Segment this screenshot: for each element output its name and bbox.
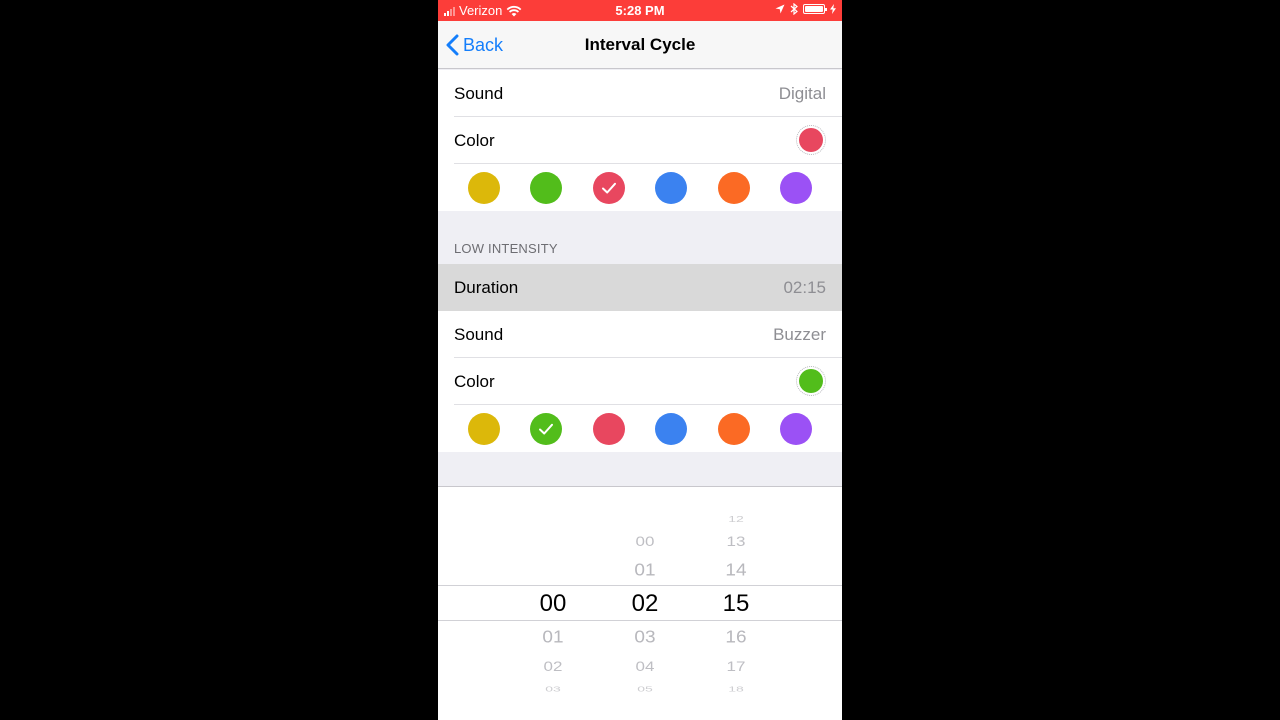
color-swatch[interactable] [780, 172, 812, 204]
picker-value-selected: 00 [539, 590, 567, 617]
sound-label: Sound [454, 84, 504, 103]
picker-column-minutes[interactable]: 02 01 00 03 04 05 [615, 487, 675, 720]
chevron-left-icon [446, 34, 459, 56]
sound-row-high[interactable]: Sound Digital [438, 70, 842, 117]
color-swatch[interactable] [655, 172, 687, 204]
picker-value: 01 [542, 627, 564, 648]
color-swatch[interactable] [530, 172, 562, 204]
picker-value-selected: 15 [722, 590, 750, 617]
picker-value: 18 [728, 684, 744, 694]
picker-value-selected: 02 [631, 590, 659, 617]
duration-row[interactable]: Duration 02:15 [438, 264, 842, 311]
navigation-bar: Interval Cycle Back [438, 21, 842, 69]
checkmark-icon [539, 423, 553, 435]
picker-value: 12 [728, 514, 744, 524]
color-swatch[interactable] [780, 413, 812, 445]
color-swatch-row-high [438, 164, 842, 211]
picker-value: 03 [634, 627, 656, 648]
phone-screen: Verizon 5:28 PM Interval Cycle Back Soun… [438, 0, 842, 720]
picker-value: 04 [635, 658, 655, 675]
duration-picker[interactable]: 00 01 02 03 02 01 00 03 04 05 15 14 13 12 16 17 18 [438, 486, 842, 720]
color-row-high[interactable]: Color [438, 117, 842, 164]
color-swatch[interactable] [718, 172, 750, 204]
charging-bolt-icon [830, 4, 836, 14]
picker-value: 02 [543, 658, 563, 675]
picker-value: 01 [634, 560, 656, 581]
color-row-low[interactable]: Color [438, 358, 842, 405]
selected-color-preview [796, 366, 826, 396]
color-swatch[interactable] [593, 413, 625, 445]
battery-icon [803, 4, 827, 14]
color-swatch[interactable] [468, 413, 500, 445]
location-icon [775, 4, 785, 14]
picker-value: 14 [725, 560, 747, 581]
color-swatch[interactable] [530, 413, 562, 445]
picker-column-hours[interactable]: 00 01 02 03 [523, 487, 583, 720]
picker-value: 00 [635, 533, 655, 550]
color-swatch-row-low [438, 405, 842, 452]
color-label: Color [454, 131, 495, 150]
sound-value: Buzzer [773, 325, 826, 344]
status-bar: Verizon 5:28 PM [438, 0, 842, 21]
duration-value: 02:15 [783, 278, 826, 297]
section-header-low-intensity: LOW INTENSITY [454, 241, 558, 256]
sound-row-low[interactable]: Sound Buzzer [438, 311, 842, 358]
sound-label: Sound [454, 325, 504, 344]
picker-value: 17 [726, 658, 746, 675]
color-swatch[interactable] [593, 172, 625, 204]
selected-color-preview [796, 125, 826, 155]
color-swatch[interactable] [468, 172, 500, 204]
picker-value: 05 [637, 684, 653, 694]
bluetooth-icon [790, 3, 798, 15]
picker-value: 03 [545, 684, 561, 694]
color-swatch[interactable] [718, 413, 750, 445]
back-label: Back [463, 34, 504, 55]
picker-column-seconds[interactable]: 15 14 13 12 16 17 18 [706, 487, 766, 720]
back-button[interactable]: Back [446, 21, 503, 69]
picker-value: 13 [726, 533, 746, 550]
color-swatch[interactable] [655, 413, 687, 445]
color-label: Color [454, 372, 495, 391]
status-right [775, 3, 836, 15]
sound-value: Digital [778, 84, 826, 103]
duration-label: Duration [454, 278, 519, 297]
picker-value: 16 [725, 627, 747, 648]
checkmark-icon [602, 182, 616, 194]
